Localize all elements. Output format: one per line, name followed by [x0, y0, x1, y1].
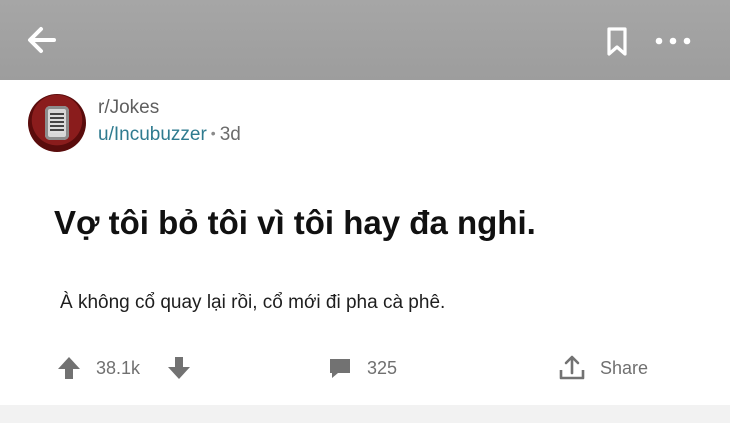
subreddit-link[interactable]: r/Jokes	[98, 97, 159, 119]
arrow-down-icon	[168, 357, 190, 379]
top-bar	[0, 0, 730, 80]
post-header: r/Jokes u/Incubuzzer • 3d	[26, 94, 706, 154]
share-button[interactable]	[557, 346, 587, 390]
post-title: Vợ tôi bỏ tôi vì tôi hay đa nghi.	[54, 204, 536, 241]
comments-button[interactable]	[327, 346, 353, 390]
post-age: 3d	[219, 124, 241, 145]
more-horizontal-icon[interactable]	[651, 24, 695, 58]
vote-score: 38.1k	[96, 357, 141, 378]
comment-count: 325	[367, 357, 398, 378]
share-icon	[559, 355, 585, 380]
post-meta: u/Incubuzzer • 3d	[98, 124, 241, 146]
comment-icon	[330, 359, 350, 378]
post-body: À không cổ quay lại rồi, cổ mới đi pha c…	[60, 292, 446, 313]
post-actions: 38.1k 325 Share	[0, 346, 730, 390]
downvote-button[interactable]	[166, 346, 192, 390]
footer-divider	[0, 405, 730, 423]
arrow-up-icon	[58, 357, 80, 379]
username-link[interactable]: u/Incubuzzer	[98, 124, 207, 145]
arrow-left-icon[interactable]	[24, 22, 60, 58]
subreddit-avatar[interactable]	[28, 94, 86, 152]
share-label[interactable]: Share	[600, 346, 648, 390]
meta-separator: •	[210, 125, 216, 141]
upvote-button[interactable]	[56, 346, 82, 390]
bookmark-icon[interactable]	[600, 24, 634, 58]
